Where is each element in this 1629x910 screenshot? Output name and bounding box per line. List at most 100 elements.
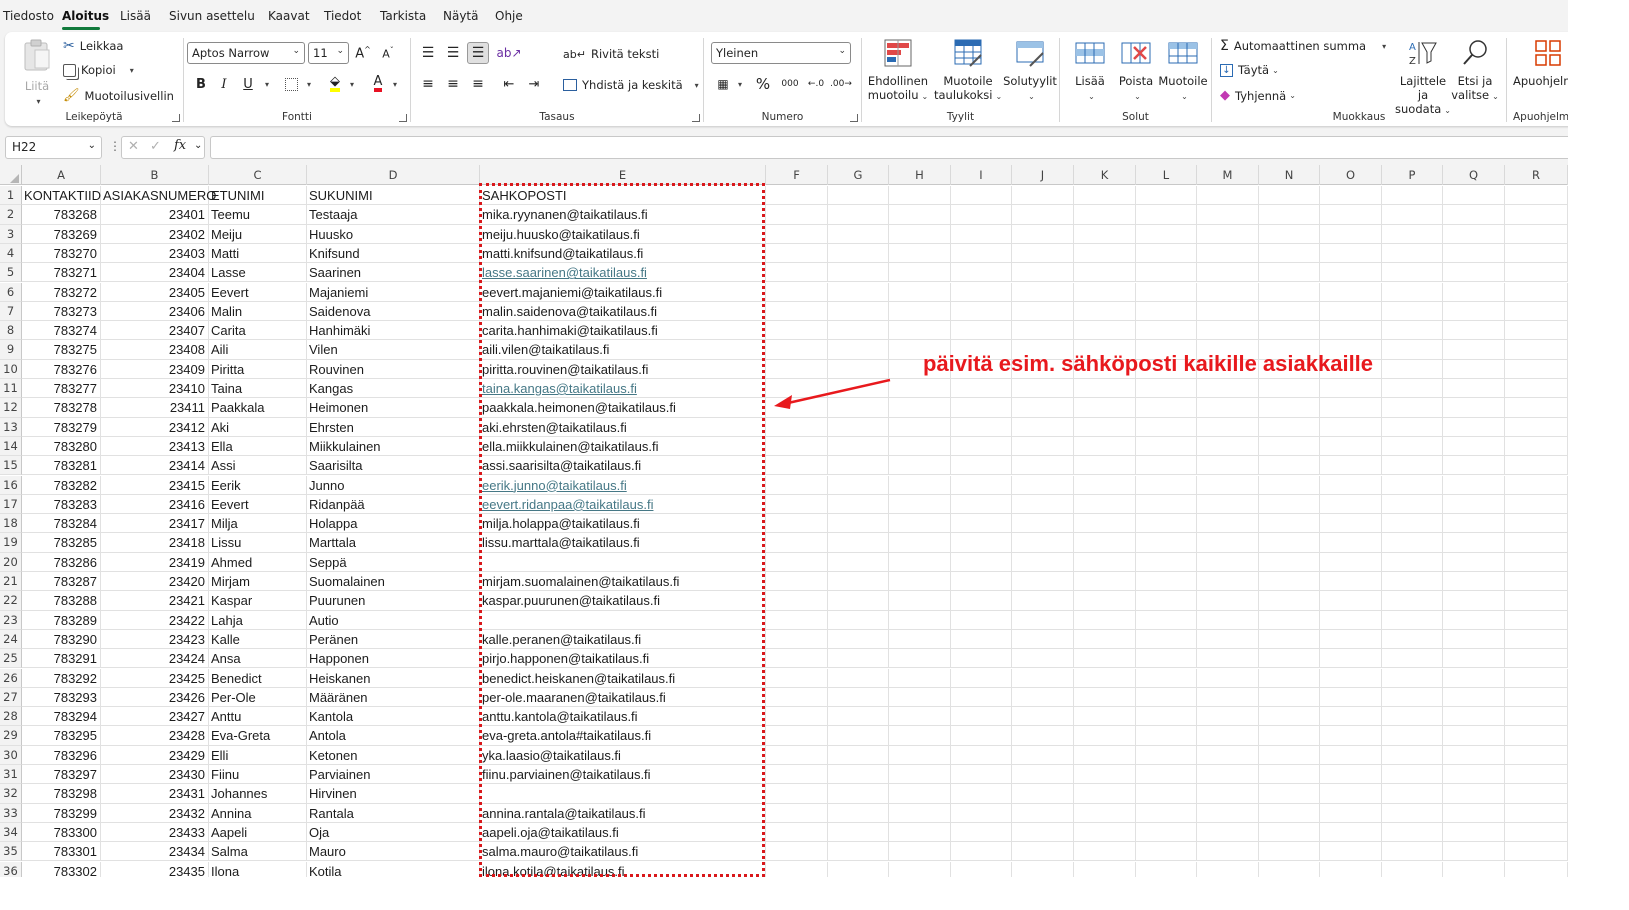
contact-id-cell[interactable]: 783291 — [22, 649, 101, 669]
align-bottom-button[interactable]: ☰ — [467, 42, 489, 64]
last-name-cell[interactable]: Knifsund — [307, 243, 480, 264]
empty-cell[interactable] — [1074, 629, 1136, 650]
orientation-button[interactable]: ab↗ — [496, 42, 521, 64]
empty-cell[interactable] — [766, 861, 828, 877]
empty-cell[interactable] — [828, 417, 889, 437]
empty-cell[interactable] — [1382, 649, 1443, 669]
row-header[interactable]: 36 — [0, 861, 22, 877]
row-header[interactable]: 8 — [0, 321, 22, 341]
email-cell[interactable] — [480, 552, 766, 572]
customer-number-cell[interactable]: 23402 — [101, 224, 209, 244]
empty-cell[interactable] — [828, 610, 889, 630]
first-name-cell[interactable]: Milja — [209, 514, 307, 534]
empty-cell[interactable] — [951, 456, 1012, 476]
customer-number-cell[interactable]: 23420 — [101, 572, 209, 592]
empty-cell[interactable] — [1197, 243, 1259, 264]
last-name-cell[interactable]: Testaaja — [307, 205, 480, 225]
empty-cell[interactable] — [1197, 282, 1259, 302]
empty-cell[interactable] — [889, 842, 951, 862]
empty-cell[interactable] — [1505, 861, 1568, 877]
row-header[interactable]: 6 — [0, 282, 22, 302]
empty-cell[interactable] — [1074, 456, 1136, 476]
column-header-i[interactable]: I — [951, 165, 1012, 185]
empty-cell[interactable] — [1505, 282, 1568, 302]
empty-cell[interactable] — [1382, 186, 1443, 206]
empty-cell[interactable] — [766, 707, 828, 727]
first-name-cell[interactable]: Piritta — [209, 359, 307, 379]
empty-cell[interactable] — [766, 340, 828, 360]
empty-cell[interactable] — [1074, 379, 1136, 399]
empty-cell[interactable] — [889, 803, 951, 823]
first-name-cell[interactable]: Per-Ole — [209, 687, 307, 708]
empty-cell[interactable] — [951, 822, 1012, 843]
contact-id-cell[interactable]: 783301 — [22, 842, 101, 862]
contact-id-cell[interactable]: 783300 — [22, 822, 101, 843]
empty-cell[interactable] — [1074, 784, 1136, 804]
first-name-cell[interactable]: Aki — [209, 417, 307, 437]
empty-cell[interactable] — [1443, 398, 1505, 418]
header-cell[interactable]: ETUNIMI — [209, 186, 307, 206]
last-name-cell[interactable]: Heiskanen — [307, 668, 480, 688]
empty-cell[interactable] — [1074, 707, 1136, 727]
empty-cell[interactable] — [1074, 186, 1136, 206]
header-cell[interactable]: SAHKOPOSTI — [480, 186, 766, 206]
contact-id-cell[interactable]: 783280 — [22, 436, 101, 457]
empty-cell[interactable] — [889, 629, 951, 650]
empty-cell[interactable] — [1074, 861, 1136, 877]
empty-cell[interactable] — [1259, 436, 1320, 457]
empty-cell[interactable] — [1320, 186, 1382, 206]
row-header[interactable]: 1 — [0, 186, 22, 206]
column-header-f[interactable]: F — [766, 165, 828, 185]
copy-button[interactable]: Kopioi ▾ — [63, 63, 134, 77]
empty-cell[interactable] — [1012, 263, 1074, 283]
empty-cell[interactable] — [1382, 301, 1443, 322]
empty-cell[interactable] — [951, 494, 1012, 515]
empty-cell[interactable] — [828, 591, 889, 611]
empty-cell[interactable] — [828, 572, 889, 592]
empty-cell[interactable] — [828, 687, 889, 708]
empty-cell[interactable] — [1136, 475, 1197, 495]
empty-cell[interactable] — [1136, 494, 1197, 515]
column-header-c[interactable]: C — [209, 165, 307, 185]
empty-cell[interactable] — [1136, 707, 1197, 727]
empty-cell[interactable] — [1320, 494, 1382, 515]
empty-cell[interactable] — [1443, 456, 1505, 476]
empty-cell[interactable] — [889, 552, 951, 572]
contact-id-cell[interactable]: 783292 — [22, 668, 101, 688]
empty-cell[interactable] — [1136, 205, 1197, 225]
row-header[interactable]: 27 — [0, 687, 22, 708]
column-header-j[interactable]: J — [1012, 165, 1074, 185]
empty-cell[interactable] — [1382, 745, 1443, 765]
email-cell[interactable]: yka.laasio@taikatilaus.fi — [480, 745, 766, 765]
empty-cell[interactable] — [1320, 726, 1382, 746]
empty-cell[interactable] — [1197, 591, 1259, 611]
fill-color-dropdown-icon[interactable]: ▾ — [350, 80, 354, 89]
customer-number-cell[interactable]: 23425 — [101, 668, 209, 688]
column-header-p[interactable]: P — [1382, 165, 1443, 185]
email-cell[interactable]: malin.saidenova@taikatilaus.fi — [480, 301, 766, 322]
customer-number-cell[interactable]: 23409 — [101, 359, 209, 379]
empty-cell[interactable] — [1443, 224, 1505, 244]
empty-cell[interactable] — [951, 765, 1012, 785]
empty-cell[interactable] — [1443, 861, 1505, 877]
empty-cell[interactable] — [951, 205, 1012, 225]
empty-cell[interactable] — [1074, 436, 1136, 457]
empty-cell[interactable] — [1443, 803, 1505, 823]
first-name-cell[interactable]: Mirjam — [209, 572, 307, 592]
email-cell[interactable]: anttu.kantola@taikatilaus.fi — [480, 707, 766, 727]
empty-cell[interactable] — [828, 282, 889, 302]
empty-cell[interactable] — [1443, 475, 1505, 495]
contact-id-cell[interactable]: 783275 — [22, 340, 101, 360]
empty-cell[interactable] — [1197, 417, 1259, 437]
empty-cell[interactable] — [1074, 745, 1136, 765]
empty-cell[interactable] — [766, 668, 828, 688]
empty-cell[interactable] — [1074, 687, 1136, 708]
empty-cell[interactable] — [951, 243, 1012, 264]
empty-cell[interactable] — [1505, 340, 1568, 360]
empty-cell[interactable] — [1320, 842, 1382, 862]
empty-cell[interactable] — [1320, 321, 1382, 341]
empty-cell[interactable] — [1012, 726, 1074, 746]
tab-view[interactable]: Näytä — [443, 9, 479, 23]
empty-cell[interactable] — [1259, 803, 1320, 823]
empty-cell[interactable] — [1197, 552, 1259, 572]
